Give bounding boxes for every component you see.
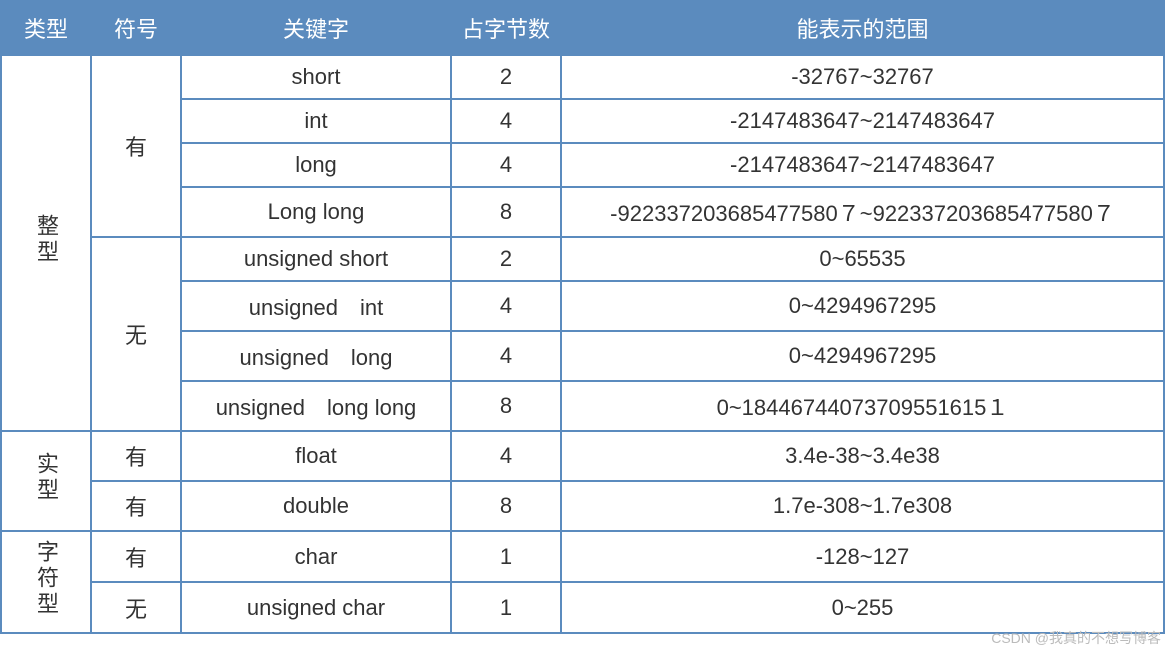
cell-range: 0~4294967295 bbox=[561, 331, 1164, 381]
cell-range: 0~255 bbox=[561, 582, 1164, 633]
cell-range: -2147483647~2147483647 bbox=[561, 143, 1164, 187]
table-row: 无 unsigned short 2 0~65535 bbox=[1, 237, 1164, 281]
cell-bytes: 1 bbox=[451, 531, 561, 582]
cell-range: -32767~32767 bbox=[561, 55, 1164, 99]
cell-bytes: 4 bbox=[451, 431, 561, 481]
table-row: 无 unsigned char 1 0~255 bbox=[1, 582, 1164, 633]
cell-bytes: 4 bbox=[451, 331, 561, 381]
cell-keyword: unsigned short bbox=[181, 237, 451, 281]
sign-yes: 有 bbox=[91, 531, 181, 582]
cell-keyword: long bbox=[181, 143, 451, 187]
cell-keyword: unsigned char bbox=[181, 582, 451, 633]
data-types-table: 类型 符号 关键字 占字节数 能表示的范围 整型 有 short 2 -3276… bbox=[0, 0, 1165, 634]
header-row: 类型 符号 关键字 占字节数 能表示的范围 bbox=[1, 1, 1164, 55]
cell-keyword: unsigned int bbox=[181, 281, 451, 331]
cell-range: -128~127 bbox=[561, 531, 1164, 582]
cell-range: 0~65535 bbox=[561, 237, 1164, 281]
type-integer: 整型 bbox=[1, 55, 91, 431]
type-real: 实型 bbox=[1, 431, 91, 531]
cell-range: 0~4294967295 bbox=[561, 281, 1164, 331]
table-row: 整型 有 short 2 -32767~32767 bbox=[1, 55, 1164, 99]
table-row: 字符型 有 char 1 -128~127 bbox=[1, 531, 1164, 582]
cell-keyword: Long long bbox=[181, 187, 451, 237]
cell-bytes: 8 bbox=[451, 187, 561, 237]
table-row: 有 double 8 1.7e-308~1.7e308 bbox=[1, 481, 1164, 531]
cell-bytes: 4 bbox=[451, 143, 561, 187]
cell-range: -922337203685477580７~922337203685477580７ bbox=[561, 187, 1164, 237]
cell-bytes: 2 bbox=[451, 55, 561, 99]
cell-keyword: float bbox=[181, 431, 451, 481]
sign-no: 无 bbox=[91, 237, 181, 431]
cell-range: 3.4e-38~3.4e38 bbox=[561, 431, 1164, 481]
header-range: 能表示的范围 bbox=[561, 1, 1164, 55]
sign-yes: 有 bbox=[91, 431, 181, 481]
header-sign: 符号 bbox=[91, 1, 181, 55]
cell-bytes: 4 bbox=[451, 99, 561, 143]
sign-yes: 有 bbox=[91, 481, 181, 531]
header-bytes: 占字节数 bbox=[451, 1, 561, 55]
cell-bytes: 8 bbox=[451, 481, 561, 531]
cell-range: -2147483647~2147483647 bbox=[561, 99, 1164, 143]
type-char: 字符型 bbox=[1, 531, 91, 633]
cell-bytes: 1 bbox=[451, 582, 561, 633]
cell-keyword: short bbox=[181, 55, 451, 99]
cell-range: 0~18446744073709551615１ bbox=[561, 381, 1164, 431]
cell-keyword: char bbox=[181, 531, 451, 582]
cell-bytes: 2 bbox=[451, 237, 561, 281]
header-keyword: 关键字 bbox=[181, 1, 451, 55]
sign-yes: 有 bbox=[91, 55, 181, 237]
cell-keyword: double bbox=[181, 481, 451, 531]
cell-bytes: 8 bbox=[451, 381, 561, 431]
cell-bytes: 4 bbox=[451, 281, 561, 331]
sign-no: 无 bbox=[91, 582, 181, 633]
cell-keyword: int bbox=[181, 99, 451, 143]
cell-keyword: unsigned long bbox=[181, 331, 451, 381]
header-type: 类型 bbox=[1, 1, 91, 55]
table-row: 实型 有 float 4 3.4e-38~3.4e38 bbox=[1, 431, 1164, 481]
cell-range: 1.7e-308~1.7e308 bbox=[561, 481, 1164, 531]
cell-keyword: unsigned long long bbox=[181, 381, 451, 431]
